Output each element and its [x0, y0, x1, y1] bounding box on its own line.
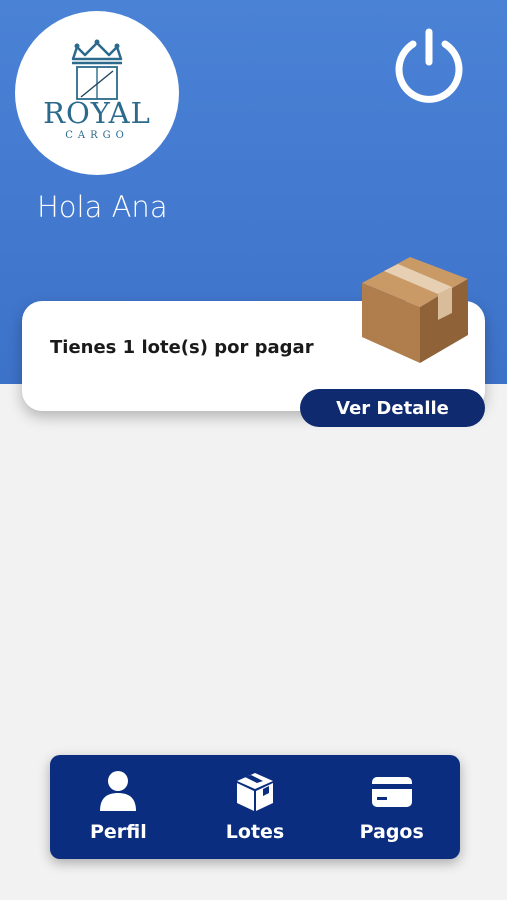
- power-button[interactable]: [386, 24, 472, 110]
- bottom-navigation: Perfil Lotes Pagos: [50, 755, 460, 859]
- nav-label-lotes: Lotes: [225, 821, 285, 843]
- nav-label-perfil: Perfil: [89, 821, 147, 843]
- logo-subtext: CARGO: [65, 130, 129, 141]
- greeting-text: Hola Ana: [37, 190, 168, 224]
- user-icon: [100, 771, 137, 811]
- nav-label-pagos: Pagos: [359, 821, 424, 843]
- app-screen: ROYAL CARGO Hola Ana Tienes 1 lote(s) po…: [0, 0, 507, 900]
- nav-item-lotes[interactable]: Lotes: [187, 755, 324, 859]
- pending-lots-message: Tienes 1 lote(s) por pagar: [50, 337, 314, 358]
- logo-text: ROYAL: [43, 96, 151, 130]
- nav-item-perfil[interactable]: Perfil: [50, 755, 187, 859]
- credit-card-icon: [371, 777, 412, 807]
- crown-window-icon: [71, 39, 123, 100]
- view-detail-button[interactable]: Ver Detalle: [300, 389, 485, 427]
- package-box-icon: [358, 253, 472, 365]
- power-icon: [395, 28, 463, 103]
- royal-cargo-logo: ROYAL CARGO: [15, 11, 179, 175]
- nav-item-pagos[interactable]: Pagos: [323, 755, 460, 859]
- box-icon: [237, 773, 273, 811]
